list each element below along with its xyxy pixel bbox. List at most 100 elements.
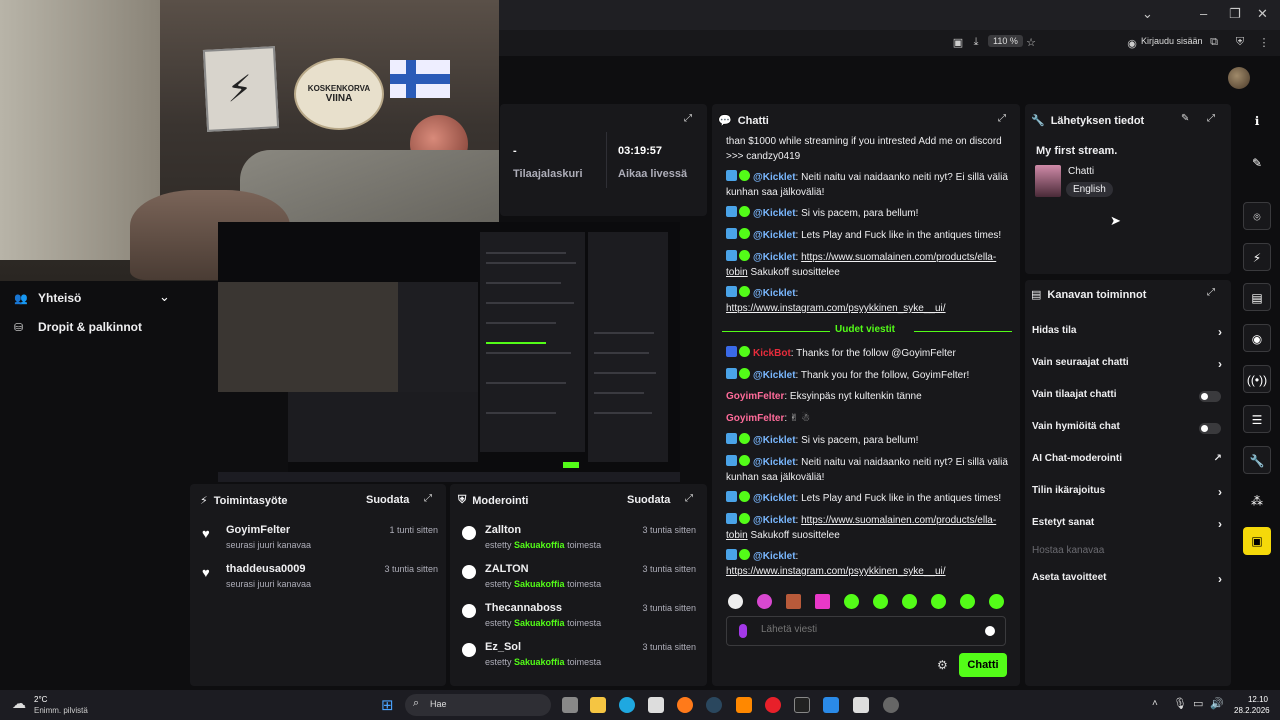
action-blocked-words[interactable]: Estetyt sanat › — [1032, 517, 1224, 533]
category-name[interactable]: Chatti — [1068, 166, 1094, 177]
chevron-down-icon[interactable]: ⌄ — [159, 289, 170, 305]
list-icon[interactable]: ☰ — [1243, 405, 1271, 433]
clapperboard-icon[interactable]: ▣ — [1243, 527, 1271, 555]
action-age-restriction[interactable]: Tilin ikärajoitus › — [1032, 485, 1224, 501]
taskbar-clock[interactable]: 12.10 28.2.2026 — [1234, 694, 1270, 716]
action-slow-mode[interactable]: Hidas tila › — [1032, 325, 1224, 341]
emote-icon[interactable] — [815, 594, 830, 609]
emote-icon[interactable] — [989, 594, 1004, 609]
document-icon[interactable]: ▤ — [1243, 283, 1271, 311]
chat-bubble-icon[interactable]: ◉ — [1243, 324, 1271, 352]
lightning-icon[interactable]: ⚡ — [1243, 243, 1271, 271]
menu-icon[interactable]: ⋮ — [1256, 36, 1272, 50]
tray-chevron-icon[interactable]: ˄ — [1152, 698, 1158, 709]
username[interactable]: @Kicklet — [753, 230, 796, 241]
banned-user[interactable]: Ez_Sol — [485, 641, 521, 653]
message-link[interactable]: https://www.instagram.com/psyykkinen_syk… — [726, 303, 946, 314]
taskbar-search[interactable]: ⌕ Hae — [405, 694, 551, 716]
minimize-icon[interactable]: – — [1200, 6, 1207, 21]
microphone-icon[interactable]: 🎙 — [1173, 697, 1187, 710]
action-followers-only[interactable]: Vain seuraajat chatti › — [1032, 357, 1224, 373]
filter-button[interactable]: Suodata — [366, 494, 409, 506]
username[interactable]: @Kicklet — [753, 457, 796, 468]
username[interactable]: @Kicklet — [753, 551, 796, 562]
username[interactable]: @Kicklet — [753, 370, 796, 381]
banned-user[interactable]: Thecannaboss — [485, 602, 562, 614]
expand-icon[interactable]: ⤢ — [684, 113, 696, 125]
gear-icon[interactable]: ⚙ — [937, 658, 948, 672]
screenshot-icon[interactable]: ▣ — [950, 36, 966, 50]
store-icon[interactable] — [648, 697, 664, 713]
nodes-icon[interactable]: ⁂ — [1243, 487, 1271, 515]
username[interactable]: GoyimFelter — [726, 413, 784, 424]
moderator-name[interactable]: Sakuakoffia — [514, 540, 565, 550]
login-button[interactable]: Kirjaudu sisään — [1141, 36, 1203, 46]
expand-icon[interactable]: ⤢ — [424, 493, 436, 505]
opera-icon[interactable] — [765, 697, 781, 713]
username[interactable]: KickBot — [753, 348, 791, 359]
expand-icon[interactable]: ⤢ — [998, 113, 1010, 125]
file-explorer-icon[interactable] — [590, 697, 606, 713]
emoji-icon[interactable] — [985, 626, 995, 636]
info-icon[interactable]: ℹ — [1243, 107, 1271, 135]
moderator-name[interactable]: Sakuakoffia — [514, 579, 565, 589]
wrench-icon[interactable]: 🔧 — [1243, 446, 1271, 474]
edit-icon[interactable]: ✎ — [1181, 113, 1193, 125]
network-icon[interactable]: ▭ — [1193, 697, 1203, 710]
vlc-icon[interactable] — [736, 697, 752, 713]
star-icon[interactable]: ☆ — [1023, 36, 1039, 50]
username[interactable]: @Kicklet — [753, 435, 796, 446]
banned-user[interactable]: ZALTON — [485, 563, 529, 575]
follower-name[interactable]: GoyimFelter — [226, 524, 290, 536]
zoom-level[interactable]: 110 % — [988, 35, 1023, 47]
emote-icon[interactable] — [902, 594, 917, 609]
toggle-switch[interactable] — [1199, 423, 1221, 434]
sidebar-item-community[interactable]: 👥 Yhteisö — [14, 291, 81, 305]
app-icon[interactable] — [823, 697, 839, 713]
emote-icon[interactable] — [931, 594, 946, 609]
username[interactable]: @Kicklet — [753, 208, 796, 219]
pencil-icon[interactable]: ✎ — [1243, 149, 1271, 177]
stream-preview[interactable] — [218, 222, 680, 482]
chevron-down-icon[interactable]: ⌄ — [1142, 6, 1153, 22]
task-view-icon[interactable] — [562, 697, 578, 713]
username[interactable]: @Kicklet — [753, 288, 796, 299]
message-link[interactable]: https://www.instagram.com/psyykkinen_syk… — [726, 566, 946, 577]
download-icon[interactable]: ⤓ — [968, 36, 984, 50]
username[interactable]: @Kicklet — [753, 493, 796, 504]
action-subscribers-only[interactable]: Vain tilaajat chatti — [1032, 389, 1224, 405]
action-ai-moderation[interactable]: AI Chat-moderointi ↗ — [1032, 453, 1224, 469]
broadcast-icon[interactable]: ((•)) — [1243, 365, 1271, 393]
ghost-emote-icon[interactable] — [728, 594, 743, 609]
filter-button[interactable]: Suodata — [627, 494, 670, 506]
close-icon[interactable]: ✕ — [1257, 6, 1268, 22]
windows-start-icon[interactable]: ⊞ — [381, 696, 394, 714]
emote-icon[interactable] — [786, 594, 801, 609]
emote-icon[interactable] — [844, 594, 859, 609]
chat-input-box[interactable] — [726, 616, 1006, 646]
obs-icon[interactable] — [883, 697, 899, 713]
username[interactable]: GoyimFelter — [726, 391, 784, 402]
follower-name[interactable]: thaddeusa0009 — [226, 563, 305, 575]
expand-icon[interactable]: ⤢ — [1207, 113, 1219, 125]
moderator-name[interactable]: Sakuakoffia — [514, 618, 565, 628]
send-chat-button[interactable]: Chatti — [959, 653, 1007, 677]
action-emote-only[interactable]: Vain hymiöitä chat — [1032, 421, 1224, 437]
expand-icon[interactable]: ⤢ — [685, 493, 697, 505]
toggle-switch[interactable] — [1199, 391, 1221, 402]
emote-icon[interactable] — [960, 594, 975, 609]
expand-icon[interactable]: ⤢ — [1207, 287, 1219, 299]
username[interactable]: @Kicklet — [753, 172, 796, 183]
emote-icon[interactable] — [757, 594, 772, 609]
maximize-icon[interactable]: ❐ — [1229, 6, 1241, 22]
avatar[interactable] — [1228, 67, 1250, 89]
terminal-icon[interactable] — [794, 697, 810, 713]
notepad-icon[interactable] — [853, 697, 869, 713]
sidebar-item-drops[interactable]: ⛁ Dropit & palkinnot — [14, 320, 142, 334]
extensions-icon[interactable]: ⧉ — [1206, 36, 1222, 50]
moderator-name[interactable]: Sakuakoffia — [514, 657, 565, 667]
volume-icon[interactable]: 🔊 — [1210, 697, 1224, 710]
firefox-icon[interactable] — [677, 697, 693, 713]
steam-icon[interactable] — [706, 697, 722, 713]
microphone-icon[interactable] — [739, 624, 747, 638]
